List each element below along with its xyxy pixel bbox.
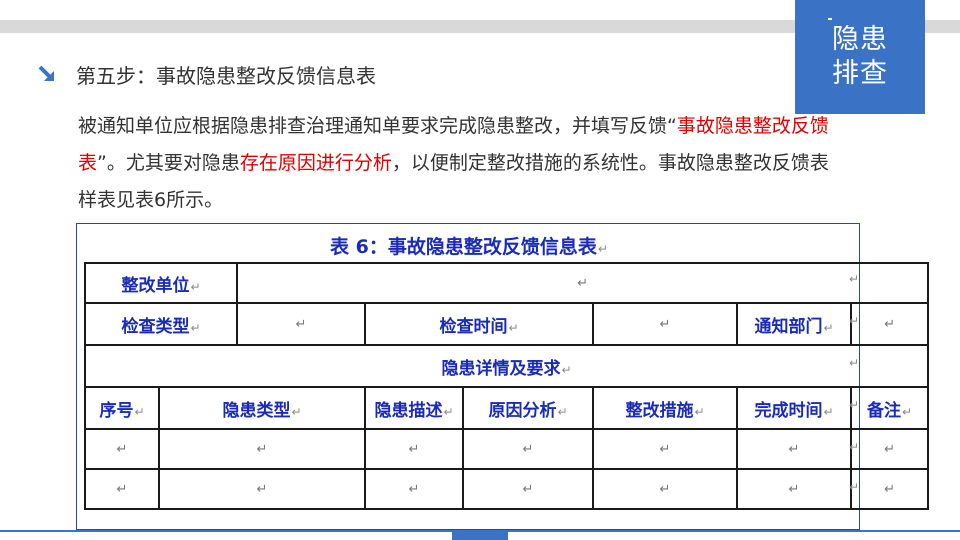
cell-check-type-label: 检查类型↵ (84, 302, 238, 346)
table-cell: ↵ (462, 468, 594, 510)
step-title: 第五步：事故隐患整改反馈信息表 (76, 63, 376, 88)
table-row: 整改单位↵ ↵ (84, 262, 930, 304)
section-tab[interactable]: 隐患 排查 (795, 0, 925, 114)
table-row: ↵ ↵ ↵ ↵ ↵ ↵ ↵ (84, 468, 930, 510)
bottom-center-tab (452, 530, 508, 540)
table-cell: ↵ (592, 428, 738, 470)
table-cell: ↵ (158, 428, 366, 470)
row-end-marks: ↵ ↵ ↵ ↵ ↵ ↵ (849, 260, 861, 500)
row-end-mark: ↵ (849, 480, 860, 494)
row-end-mark: ↵ (849, 398, 860, 412)
table-row: 检查类型↵ ↵ 检查时间↵ ↵ 通知部门↵ ↵ (84, 302, 930, 346)
table-cell: ↵ (364, 428, 464, 470)
table-row: 隐患详情及要求↵ (83, 344, 930, 388)
arrow-down-right-icon (38, 65, 54, 81)
table-cell: ↵ (84, 428, 160, 470)
col-header-cause: 原因分析↵ (462, 386, 594, 430)
row-end-mark: ↵ (849, 440, 860, 454)
tab-tick-mark (828, 18, 832, 20)
table-cell: ↵ (592, 468, 738, 510)
row-end-mark: ↵ (849, 314, 860, 328)
feedback-table-image: 表 6：事故隐患整改反馈信息表↵ 整改单位↵ ↵ 检查类型↵ ↵ 检查时间↵ ↵… (76, 223, 930, 530)
section-tab-line2: 排查 (832, 58, 888, 89)
col-header-type: 隐患类型↵ (158, 386, 366, 430)
cell-unit-label: 整改单位↵ (84, 262, 238, 304)
paragraph-highlight-2: 存在原因进行分析 (239, 152, 392, 174)
cell-section-title: 隐患详情及要求↵ (83, 344, 930, 388)
table-cell: ↵ (736, 468, 852, 510)
col-header-finish-time: 完成时间↵ (736, 386, 852, 430)
cell-notify-dept-value: ↵ (849, 302, 930, 346)
table-cell: ↵ (736, 428, 852, 470)
cell-check-time-value: ↵ (592, 302, 738, 346)
col-header-index: 序号↵ (84, 386, 160, 430)
row-end-mark: ↵ (849, 272, 860, 286)
table-cell: ↵ (364, 468, 464, 510)
feedback-table: 整改单位↵ ↵ 检查类型↵ ↵ 检查时间↵ ↵ 通知部门↵ ↵ 隐患详情及要求↵… (83, 262, 930, 510)
table-cell: ↵ (849, 428, 930, 470)
cell-check-time-label: 检查时间↵ (364, 302, 594, 346)
table-cell: ↵ (462, 428, 594, 470)
col-header-remark: 备注↵ (849, 386, 930, 430)
table-header-row: 序号↵ 隐患类型↵ 隐患描述↵ 原因分析↵ 整改措施↵ 完成时间↵ 备注↵ (84, 386, 930, 430)
table-row: ↵ ↵ ↵ ↵ ↵ ↵ ↵ (84, 428, 930, 470)
table-cell: ↵ (84, 468, 160, 510)
paragraph-text-2: ”。尤其要对隐患 (97, 152, 240, 174)
paragraph-text-1: 被通知单位应根据隐患排查治理通知单要求完成隐患整改，并填写反馈“ (78, 115, 677, 137)
col-header-desc: 隐患描述↵ (364, 386, 464, 430)
row-end-mark: ↵ (849, 356, 860, 370)
cell-notify-dept-label: 通知部门↵ (736, 302, 852, 346)
step-header: 第五步：事故隐患整改反馈信息表 (36, 58, 376, 90)
col-header-measure: 整改措施↵ (592, 386, 738, 430)
table-cell: ↵ (849, 468, 930, 510)
section-tab-line1: 隐患 (832, 24, 888, 55)
cell-unit-value: ↵ (235, 262, 930, 304)
body-paragraph: 被通知单位应根据隐患排查治理通知单要求完成隐患整改，并填写反馈“事故隐患整改反馈… (78, 108, 838, 219)
table-caption: 表 6：事故隐患整改反馈信息表↵ (330, 236, 608, 258)
table-cell: ↵ (158, 468, 366, 510)
cell-check-type-value: ↵ (236, 302, 366, 346)
